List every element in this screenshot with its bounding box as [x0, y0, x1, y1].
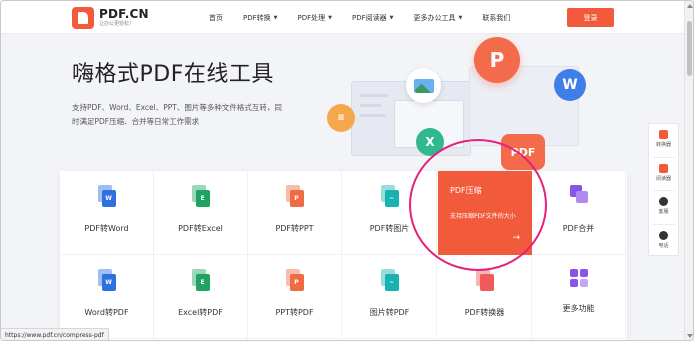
tool-label: PDF转PPT: [275, 224, 314, 233]
zip-icon: ≡: [327, 104, 355, 132]
tool-label: PDF转换器: [464, 308, 505, 317]
tool-label: Excel转PDF: [178, 308, 223, 317]
chat-icon: [658, 197, 668, 206]
image-icon: ~: [380, 185, 399, 207]
word-icon: W: [97, 269, 116, 291]
tool-pdf-to-excel[interactable]: E PDF转Excel: [154, 171, 248, 255]
tool-pdf-to-ppt[interactable]: P PDF转PPT: [248, 171, 342, 255]
hero-title: 嗨格式PDF在线工具: [72, 62, 274, 87]
tool-image-to-pdf[interactable]: ~ 图片转PDF: [343, 255, 437, 339]
tool-excel-to-pdf[interactable]: E Excel转PDF: [154, 255, 248, 339]
hero-description: 支持PDF、Word、Excel、PPT、图片等多种文件格式互转，同时满足PDF…: [72, 103, 282, 126]
excel-icon: E: [191, 269, 210, 291]
phone-icon: [658, 230, 668, 240]
logo-slogan: 让办公更轻松！: [99, 21, 135, 27]
logo-mark-icon: [72, 7, 94, 29]
tool-ppt-to-pdf[interactable]: P PPT转PDF: [248, 255, 342, 339]
ppt-icon: P: [285, 269, 304, 291]
browser-frame: PDF.CN 让办公更轻松！ 首页 PDF转换 ▼ PDF处理 ▼ PDF阅读器 ▼ …: [0, 0, 694, 341]
word-icon: W: [97, 185, 116, 207]
ppt-letter-icon: P: [474, 37, 520, 83]
nav-pdf-convert[interactable]: PDF转换 ▼: [243, 13, 278, 23]
highlight-ring-annotation: [409, 139, 547, 271]
main-nav: 首页 PDF转换 ▼ PDF处理 ▼ PDF阅读器 ▼ 更多办公工具 ▼ 联系我们: [209, 1, 530, 34]
vertical-scrollbar[interactable]: [684, 1, 693, 340]
scroll-down-icon[interactable]: [687, 334, 693, 338]
converter-icon: [658, 130, 668, 139]
tool-word-to-pdf[interactable]: W Word转PDF: [60, 255, 154, 339]
logo-name: PDF.CN: [99, 7, 149, 21]
nav-more-tools[interactable]: 更多办公工具 ▼: [414, 13, 463, 23]
scroll-up-icon[interactable]: [687, 4, 693, 8]
floating-sidebar: 转换器 阅读器 客服 电话: [648, 123, 679, 256]
caret-down-icon: ▼: [273, 14, 278, 21]
image-icon: ~: [380, 269, 399, 291]
nav-pdf-reader[interactable]: PDF阅读器 ▼: [352, 13, 394, 23]
float-reader[interactable]: 阅读器: [656, 163, 671, 189]
login-button[interactable]: 登录: [567, 8, 614, 27]
float-phone[interactable]: 电话: [658, 230, 669, 256]
tool-label: PDF转Excel: [178, 224, 223, 233]
tool-label: 更多功能: [562, 304, 595, 313]
ppt-icon: P: [285, 185, 304, 207]
tool-pdf-to-word[interactable]: W PDF转Word: [60, 171, 154, 255]
caret-down-icon: ▼: [328, 14, 332, 21]
tool-label: 图片转PDF: [369, 308, 410, 317]
converter-icon: [475, 269, 494, 291]
site-logo[interactable]: PDF.CN 让办公更轻松！: [72, 7, 149, 29]
top-nav-bar: PDF.CN 让办公更轻松！ 首页 PDF转换 ▼ PDF处理 ▼ PDF阅读器 ▼ …: [1, 1, 685, 34]
tool-label: Word转PDF: [84, 308, 129, 317]
nav-contact[interactable]: 联系我们: [482, 13, 510, 23]
float-support[interactable]: 客服: [658, 197, 669, 222]
word-letter-icon: W: [554, 69, 586, 101]
image-icon: [406, 68, 441, 103]
nav-pdf-process[interactable]: PDF处理 ▼: [298, 13, 333, 23]
reader-icon: [658, 163, 668, 173]
scroll-thumb[interactable]: [687, 21, 692, 76]
caret-down-icon: ▼: [389, 14, 394, 21]
merge-icon: [569, 185, 588, 207]
more-icon: [569, 269, 588, 287]
excel-icon: E: [191, 185, 210, 207]
tool-label: PPT转PDF: [275, 308, 314, 317]
tool-label: PDF转Word: [84, 224, 129, 233]
tool-label: PDF合并: [562, 224, 595, 233]
tool-label: PDF转图片: [369, 224, 410, 233]
tool-more-features[interactable]: 更多功能: [532, 255, 626, 339]
status-url: https://www.pdf.cn/compress-pdf: [1, 328, 109, 340]
nav-home[interactable]: 首页: [209, 13, 223, 23]
float-converter[interactable]: 转换器: [656, 130, 671, 155]
caret-down-icon: ▼: [458, 14, 463, 21]
